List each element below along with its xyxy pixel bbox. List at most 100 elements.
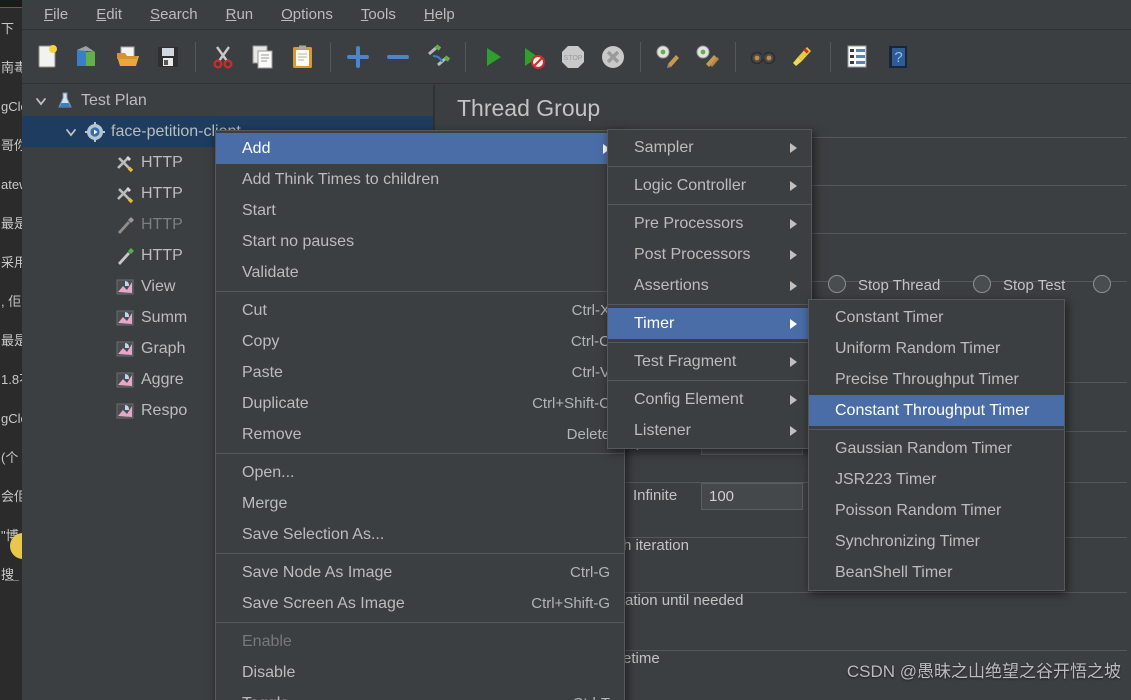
tree-node[interactable]: Test Plan	[22, 85, 433, 116]
menu-options[interactable]: Options	[269, 2, 345, 27]
menu-file[interactable]: File	[32, 2, 80, 27]
menu-help[interactable]: Help	[412, 2, 467, 27]
loop-count-input[interactable]: 100	[701, 483, 803, 510]
menu-edit[interactable]: Edit	[84, 2, 134, 27]
timer-menu-item-synchronizing-timer[interactable]: Synchronizing Timer	[809, 526, 1064, 557]
menu-item-label: BeanShell Timer	[835, 563, 953, 581]
menu-item-shortcut: Ctrl-G	[570, 564, 610, 581]
context-menu-item-paste[interactable]: Paste Ctrl-V	[216, 357, 624, 388]
menu-item-label: Gaussian Random Timer	[835, 439, 1012, 457]
test-plan-icon	[52, 91, 78, 111]
tree-node-label: Graph	[141, 339, 186, 357]
infinite-label: Infinite	[633, 487, 678, 504]
context-menu-item-remove[interactable]: Remove Delete	[216, 419, 624, 450]
context-menu-item-start[interactable]: Start	[216, 195, 624, 226]
background-text: 会佢	[1, 489, 22, 504]
timer-menu-item-gaussian-random-timer[interactable]: Gaussian Random Timer	[809, 433, 1064, 464]
start-no-pauses-icon[interactable]	[515, 38, 551, 76]
tree-node-label: HTTP	[141, 215, 183, 233]
add-menu-item-timer[interactable]: Timer	[608, 308, 811, 339]
context-menu-item-copy[interactable]: Copy Ctrl-C	[216, 326, 624, 357]
start-icon[interactable]	[475, 38, 511, 76]
background-divider	[5, 580, 19, 581]
toggle-icon[interactable]	[420, 38, 456, 76]
menu-item-label: Save Selection As...	[242, 525, 385, 543]
clear-icon[interactable]	[650, 38, 686, 76]
timer-submenu[interactable]: Constant Timer Uniform Random Timer Precis…	[808, 299, 1065, 591]
context-menu-item-save-node-as-image[interactable]: Save Node As Image Ctrl-G	[216, 557, 624, 588]
stop-thread-radio[interactable]	[828, 275, 846, 293]
menu-item-label: Post Processors	[634, 245, 751, 263]
context-menu-item-validate[interactable]: Validate	[216, 257, 624, 288]
add-menu-item-listener[interactable]: Listener	[608, 415, 811, 446]
collapse-icon[interactable]	[380, 38, 416, 76]
search-icon[interactable]	[745, 38, 781, 76]
copy-icon[interactable]	[245, 38, 281, 76]
timer-menu-item-beanshell-timer[interactable]: BeanShell Timer	[809, 557, 1064, 588]
background-text: (个	[1, 450, 19, 465]
timer-menu-item-poisson-random-timer[interactable]: Poisson Random Timer	[809, 495, 1064, 526]
add-menu-item-post-processors[interactable]: Post Processors	[608, 239, 811, 270]
add-menu-item-pre-processors[interactable]: Pre Processors	[608, 208, 811, 239]
context-menu-item-merge[interactable]: Merge	[216, 488, 624, 519]
menu-item-shortcut: Ctrl-T	[547, 695, 611, 700]
context-menu-item-disable[interactable]: Disable	[216, 657, 624, 688]
menu-search[interactable]: Search	[138, 2, 210, 27]
timer-menu-item-constant-throughput-timer[interactable]: Constant Throughput Timer	[809, 395, 1064, 426]
tree-node-label: Respo	[141, 401, 188, 419]
context-menu-item-add-think-times-to-children[interactable]: Add Think Times to children	[216, 164, 624, 195]
background-webpage: 下南毒,gClo哥你atew最是采用, 佢最是1.8不gClo(个会佢"博搜	[0, 0, 22, 700]
menu-item-label: Save Node As Image	[242, 563, 393, 581]
context-menu-item-duplicate[interactable]: Duplicate Ctrl+Shift-C	[216, 388, 624, 419]
menu-item-label: Save Screen As Image	[242, 594, 405, 612]
add-menu-item-logic-controller[interactable]: Logic Controller	[608, 170, 811, 201]
expand-icon[interactable]	[340, 38, 376, 76]
open-icon[interactable]	[110, 38, 146, 76]
context-menu-item-save-screen-as-image[interactable]: Save Screen As Image Ctrl+Shift-G	[216, 588, 624, 619]
timer-menu-item-precise-throughput-timer[interactable]: Precise Throughput Timer	[809, 364, 1064, 395]
add-menu-item-config-element[interactable]: Config Element	[608, 384, 811, 415]
help-icon[interactable]: ?	[880, 38, 916, 76]
background-text: atew	[1, 177, 22, 192]
stop-test-now-radio[interactable]	[1093, 275, 1111, 293]
context-menu-item-cut[interactable]: Cut Ctrl-X	[216, 295, 624, 326]
timer-menu-item-constant-timer[interactable]: Constant Timer	[809, 302, 1064, 333]
context-menu-item-save-selection-as[interactable]: Save Selection As...	[216, 519, 624, 550]
toolbar-separator	[640, 41, 641, 72]
submenu-arrow-icon	[790, 394, 797, 405]
background-text: 最是	[1, 333, 22, 348]
background-text: gClo	[1, 411, 22, 426]
timer-menu-item-jsr223-timer[interactable]: JSR223 Timer	[809, 464, 1064, 495]
shutdown-icon[interactable]	[595, 38, 631, 76]
background-browser-bar	[0, 0, 22, 8]
stop-test-radio[interactable]	[973, 275, 991, 293]
clear-all-icon[interactable]	[690, 38, 726, 76]
menu-run[interactable]: Run	[214, 2, 266, 27]
stop-icon[interactable]: STOP	[555, 38, 591, 76]
context-menu-item-enable: Enable	[216, 626, 624, 657]
context-menu-item-open[interactable]: Open...	[216, 457, 624, 488]
chevron-down-icon[interactable]	[30, 95, 52, 107]
add-menu-item-assertions[interactable]: Assertions	[608, 270, 811, 301]
menu-item-label: Logic Controller	[634, 176, 747, 194]
cut-icon[interactable]	[205, 38, 241, 76]
add-menu-item-sampler[interactable]: Sampler	[608, 132, 811, 163]
chevron-down-icon[interactable]	[60, 126, 82, 138]
new-icon[interactable]	[30, 38, 66, 76]
templates-icon[interactable]	[70, 38, 106, 76]
sampler-icon	[112, 246, 138, 266]
add-menu-item-test-fragment[interactable]: Test Fragment	[608, 346, 811, 377]
context-menu-item-start-no-pauses[interactable]: Start no pauses	[216, 226, 624, 257]
context-menu-item-toggle[interactable]: ToggleCtrl-T	[216, 688, 624, 700]
save-icon[interactable]	[150, 38, 186, 76]
menu-tools[interactable]: Tools	[349, 2, 408, 27]
timer-menu-item-uniform-random-timer[interactable]: Uniform Random Timer	[809, 333, 1064, 364]
menu-item-label: Listener	[634, 421, 691, 439]
add-submenu[interactable]: Sampler Logic Controller Pre Processors Pos…	[607, 129, 812, 449]
paste-icon[interactable]	[285, 38, 321, 76]
context-menu-item-add[interactable]: Add	[216, 133, 624, 164]
function-helper-icon[interactable]	[840, 38, 876, 76]
tree-context-menu[interactable]: Add Add Think Times to children Start Start…	[215, 130, 625, 700]
background-text: 最是	[1, 216, 22, 231]
reset-search-icon[interactable]	[785, 38, 821, 76]
